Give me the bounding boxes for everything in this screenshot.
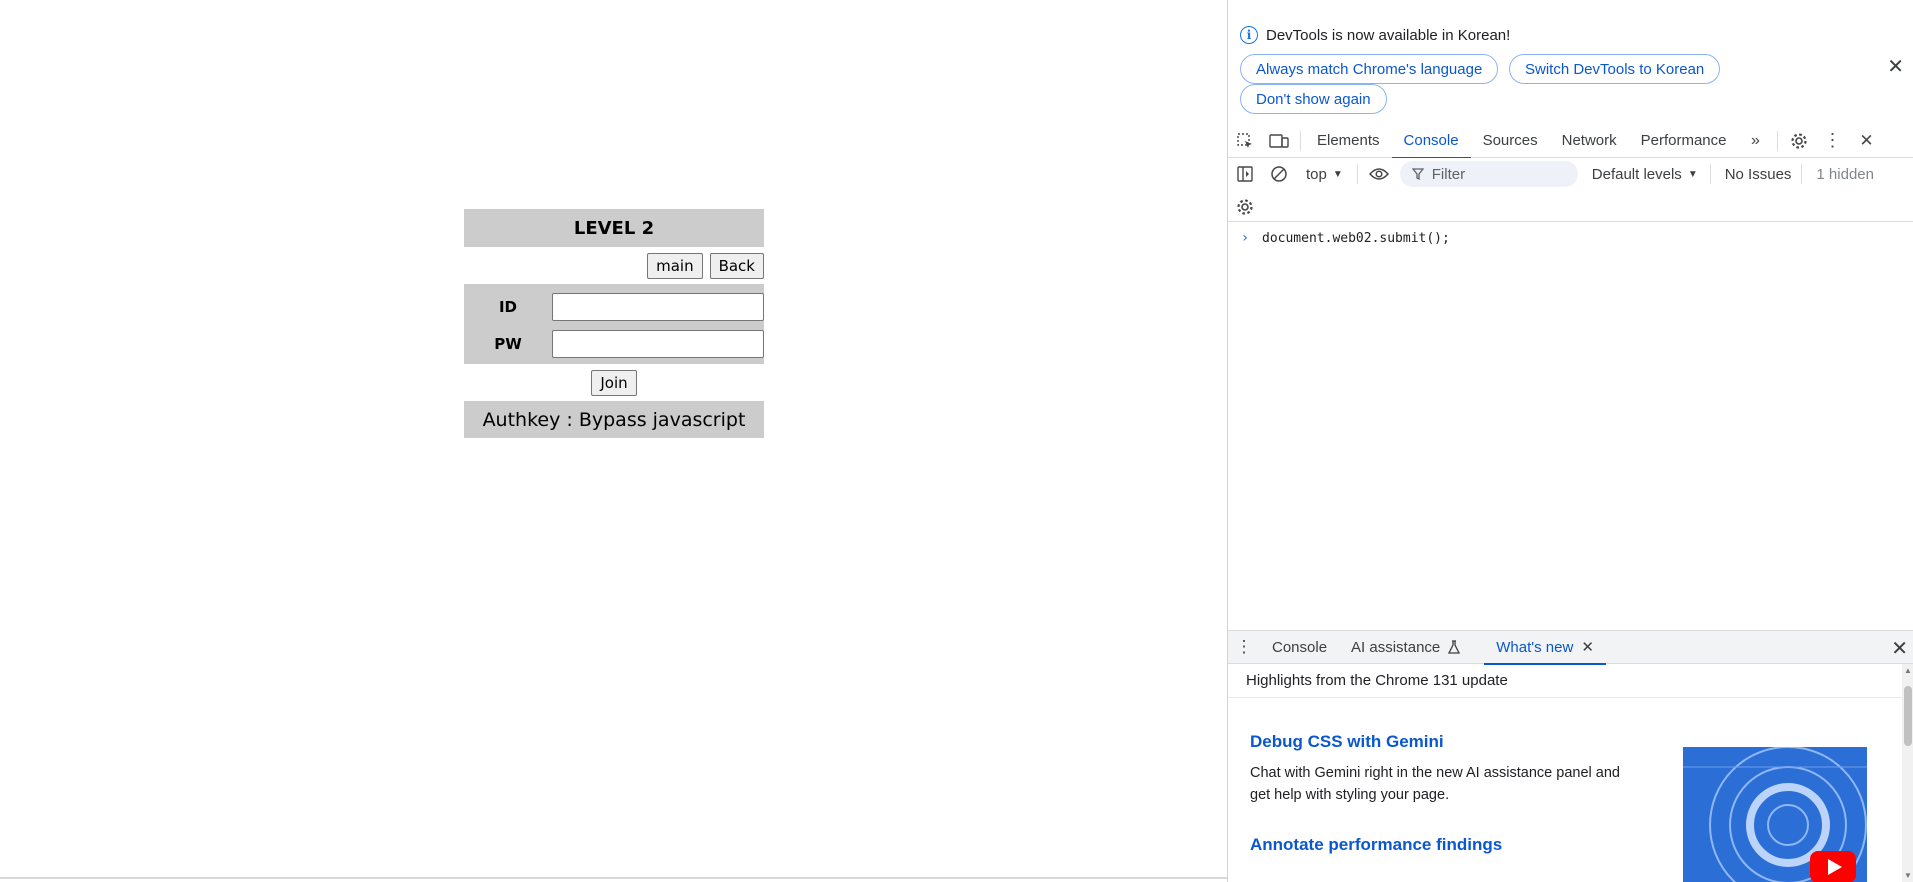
close-devtools-icon[interactable]: ✕ bbox=[1850, 124, 1884, 158]
whats-new-label: What's new bbox=[1496, 638, 1574, 656]
tab-console[interactable]: Console bbox=[1391, 124, 1471, 159]
filter-input[interactable]: Filter bbox=[1399, 161, 1578, 187]
drawer-menu-icon[interactable]: ⋮ bbox=[1228, 630, 1260, 664]
live-expression-eye-icon[interactable] bbox=[1362, 157, 1396, 191]
pw-input[interactable] bbox=[552, 329, 764, 358]
id-label: ID bbox=[498, 297, 518, 316]
dont-show-again-button[interactable]: Don't show again bbox=[1240, 84, 1387, 114]
device-toolbar-icon[interactable] bbox=[1262, 124, 1296, 158]
infobar-message: DevTools is now available in Korean! bbox=[1266, 26, 1511, 44]
level-form: LEVEL 2 main Back ID PW Join Authkey : B… bbox=[464, 209, 764, 438]
console-input-line[interactable]: › document.web02.submit(); bbox=[1228, 226, 1913, 250]
separator bbox=[1776, 130, 1778, 151]
scroll-thumb[interactable] bbox=[1904, 686, 1912, 746]
close-drawer-icon[interactable]: ✕ bbox=[1891, 631, 1908, 665]
dropdown-arrow-icon: ▼ bbox=[1332, 168, 1343, 180]
console-settings-gear-icon[interactable] bbox=[1228, 190, 1262, 224]
feature-description: Chat with Gemini right in the new AI ass… bbox=[1250, 765, 1620, 803]
scrollbar[interactable]: ▲ ▼ bbox=[1902, 664, 1913, 882]
clear-console-icon[interactable] bbox=[1262, 157, 1296, 191]
tab-network[interactable]: Network bbox=[1550, 124, 1629, 158]
levels-label: Default levels bbox=[1591, 165, 1682, 183]
console-input-text[interactable]: document.web02.submit(); bbox=[1262, 231, 1450, 246]
settings-gear-icon[interactable] bbox=[1782, 124, 1816, 158]
scroll-up-icon[interactable]: ▲ bbox=[1904, 666, 1912, 675]
feature-title[interactable]: Annotate performance findings bbox=[1250, 835, 1502, 855]
whats-new-header: Highlights from the Chrome 131 update bbox=[1228, 664, 1913, 698]
switch-korean-button[interactable]: Switch DevTools to Korean bbox=[1509, 54, 1721, 84]
kebab-menu-icon[interactable]: ⋮ bbox=[1816, 124, 1850, 158]
drawer-tab-whats-new[interactable]: What's new ✕ bbox=[1484, 630, 1606, 665]
pw-label: PW bbox=[494, 334, 522, 353]
context-selector[interactable]: top ▼ bbox=[1296, 166, 1353, 183]
feature-title[interactable]: Debug CSS with Gemini bbox=[1250, 732, 1444, 752]
drawer-tab-ai-assistance[interactable]: AI assistance bbox=[1339, 630, 1472, 664]
match-language-button[interactable]: Always match Chrome's language bbox=[1240, 54, 1499, 84]
sidebar-toggle-icon[interactable] bbox=[1228, 157, 1262, 191]
filter-icon bbox=[1411, 168, 1424, 180]
close-icon[interactable]: ✕ bbox=[1887, 54, 1904, 79]
ai-assistance-label: AI assistance bbox=[1351, 638, 1441, 656]
more-tabs-icon[interactable]: » bbox=[1739, 124, 1773, 158]
prompt-chevron-icon: › bbox=[1240, 230, 1250, 246]
devtools-panel: i DevTools is now available in Korean! A… bbox=[1227, 0, 1913, 882]
video-thumbnail[interactable] bbox=[1683, 747, 1867, 882]
close-tab-icon[interactable]: ✕ bbox=[1581, 638, 1594, 656]
hidden-messages-count: 1 hidden bbox=[1816, 165, 1874, 183]
join-button[interactable]: Join bbox=[591, 369, 637, 396]
language-infobar: i DevTools is now available in Korean! A… bbox=[1228, 0, 1913, 120]
log-levels-dropdown[interactable]: Default levels ▼ bbox=[1592, 166, 1698, 183]
context-label: top bbox=[1306, 165, 1327, 183]
issues-counter[interactable]: No Issues bbox=[1725, 166, 1792, 183]
nav-row: main Back bbox=[464, 247, 764, 284]
main-button[interactable]: main bbox=[647, 252, 703, 279]
web-page: LEVEL 2 main Back ID PW Join Authkey : B… bbox=[0, 0, 1227, 882]
drawer-tab-console[interactable]: Console bbox=[1260, 630, 1339, 664]
inspect-element-icon[interactable] bbox=[1228, 124, 1262, 158]
filter-placeholder: Filter bbox=[1431, 165, 1466, 183]
separator bbox=[1801, 164, 1803, 184]
dropdown-arrow-icon: ▼ bbox=[1687, 168, 1698, 180]
separator bbox=[1356, 164, 1358, 184]
devtools-drawer: ⋮ Console AI assistance What's new ✕ ✕ H… bbox=[1228, 630, 1913, 882]
tab-elements[interactable]: Elements bbox=[1305, 124, 1392, 158]
separator bbox=[1709, 164, 1711, 184]
tab-sources[interactable]: Sources bbox=[1471, 124, 1550, 158]
info-icon: i bbox=[1240, 26, 1258, 44]
console-settings-row bbox=[1228, 190, 1913, 222]
lab-flask-icon bbox=[1448, 640, 1461, 654]
level-title: LEVEL 2 bbox=[464, 209, 764, 247]
back-button[interactable]: Back bbox=[709, 252, 764, 279]
drawer-tabbar: ⋮ Console AI assistance What's new ✕ ✕ bbox=[1228, 630, 1913, 665]
authkey-text: Authkey : Bypass javascript bbox=[464, 401, 764, 438]
page-divider bbox=[0, 877, 1227, 879]
tab-performance[interactable]: Performance bbox=[1629, 124, 1739, 158]
scroll-down-icon[interactable]: ▼ bbox=[1904, 871, 1912, 880]
login-fields: ID PW bbox=[464, 284, 764, 364]
console-toolbar: top ▼ Filter Default levels ▼ No Issues … bbox=[1228, 158, 1913, 190]
id-input[interactable] bbox=[552, 292, 764, 321]
devtools-tabbar: Elements Console Sources Network Perform… bbox=[1228, 124, 1913, 159]
separator bbox=[1300, 130, 1301, 151]
whats-new-content: Debug CSS with Gemini Chat with Gemini r… bbox=[1228, 698, 1913, 882]
